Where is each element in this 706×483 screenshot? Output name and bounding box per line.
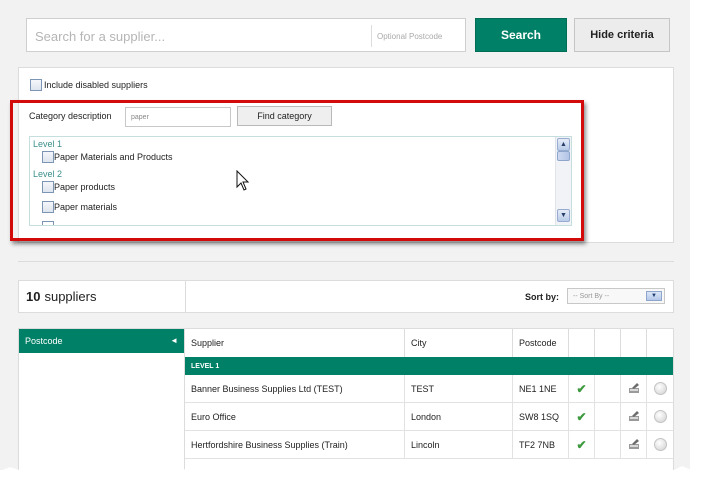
group-header-level-1: LEVEL 1 (185, 357, 673, 375)
mouse-cursor-icon (236, 170, 250, 191)
results-count-number: 10 (26, 289, 41, 304)
caret-left-icon[interactable]: ◄ (170, 336, 178, 345)
torn-edge-right (694, 0, 706, 483)
supplier-name[interactable]: Banner Business Supplies Ltd (TEST) (185, 375, 405, 402)
table-row[interactable]: Euro Office London SW8 1SQ ✔ (185, 403, 673, 431)
supplier-city: Lincoln (405, 431, 513, 458)
approved-check-icon: ✔ (569, 403, 595, 430)
results-bar: 10 suppliers Sort by: -- Sort By -- ▼ (18, 280, 674, 313)
app-frame: Search Hide criteria Include disabled su… (0, 0, 690, 470)
postcode-input[interactable] (377, 29, 463, 43)
chevron-down-icon[interactable]: ▼ (646, 291, 662, 301)
sort-by-select[interactable]: -- Sort By -- ▼ (567, 288, 665, 304)
sort-by-value: -- Sort By -- (573, 292, 610, 300)
column-header-blank (569, 329, 595, 357)
search-button[interactable]: Search (475, 18, 567, 52)
search-input[interactable] (35, 27, 365, 45)
supplier-postcode: TF2 7NB (513, 431, 569, 458)
supplier-city: TEST (405, 375, 513, 402)
approved-check-icon: ✔ (569, 431, 595, 458)
search-box (26, 18, 466, 52)
section-divider (18, 261, 674, 262)
empty-cell (595, 403, 621, 430)
table-row[interactable]: Hertfordshire Business Supplies (Train) … (185, 431, 673, 459)
results-count-label: suppliers (44, 289, 97, 304)
search-divider (371, 25, 372, 47)
supplier-city: London (405, 403, 513, 430)
include-disabled-label: Include disabled suppliers (44, 80, 148, 90)
column-header-supplier[interactable]: Supplier (185, 329, 405, 357)
empty-cell (595, 431, 621, 458)
edit-icon[interactable] (621, 431, 647, 458)
torn-edge-bottom (0, 465, 706, 483)
supplier-name[interactable]: Euro Office (185, 403, 405, 430)
info-icon[interactable] (647, 375, 673, 402)
highlight-annotation (10, 100, 584, 241)
column-header-city[interactable]: City (405, 329, 513, 357)
column-header-blank (621, 329, 647, 357)
facet-panel: Postcode ◄ (18, 328, 185, 470)
column-header-blank (647, 329, 673, 357)
empty-cell (595, 375, 621, 402)
info-icon[interactable] (647, 403, 673, 430)
include-disabled-checkbox[interactable] (30, 79, 42, 91)
info-icon[interactable] (647, 431, 673, 458)
column-header-blank (595, 329, 621, 357)
supplier-postcode: SW8 1SQ (513, 403, 569, 430)
supplier-name[interactable]: Hertfordshire Business Supplies (Train) (185, 431, 405, 458)
facet-postcode-label: Postcode (25, 336, 63, 346)
supplier-postcode: NE1 1NE (513, 375, 569, 402)
edit-icon[interactable] (621, 403, 647, 430)
suppliers-table: Supplier City Postcode LEVEL 1 Banner Bu… (184, 328, 674, 470)
hide-criteria-button[interactable]: Hide criteria (574, 18, 670, 52)
column-header-postcode[interactable]: Postcode (513, 329, 569, 357)
sort-by-label: Sort by: (525, 292, 560, 302)
table-row[interactable]: Banner Business Supplies Ltd (TEST) TEST… (185, 375, 673, 403)
facet-postcode[interactable]: Postcode ◄ (19, 329, 184, 353)
edit-icon[interactable] (621, 375, 647, 402)
include-disabled-row: Include disabled suppliers (30, 79, 148, 91)
results-count: 10 suppliers (19, 281, 186, 312)
approved-check-icon: ✔ (569, 375, 595, 402)
